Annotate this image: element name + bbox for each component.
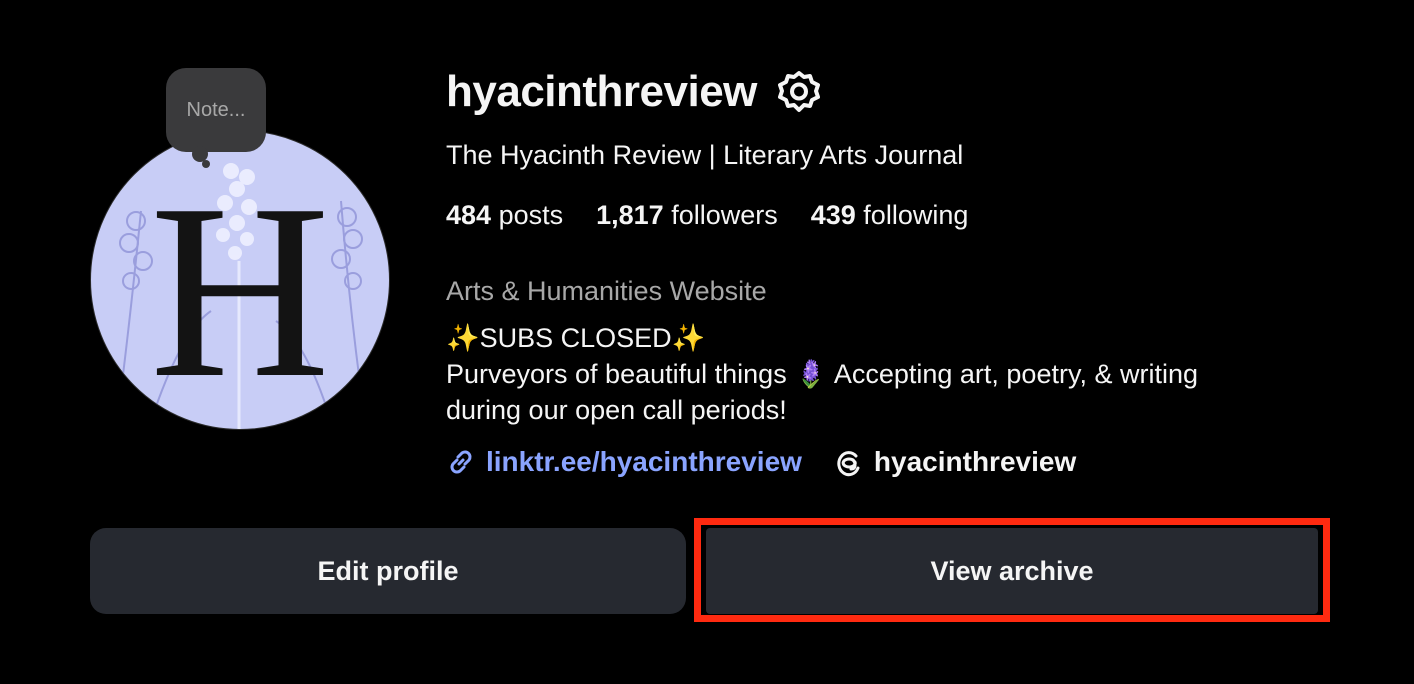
following-label: following — [855, 200, 969, 230]
following-stat[interactable]: 439 following — [811, 200, 969, 231]
highlight-box — [694, 518, 1330, 622]
username: hyacinthreview — [446, 67, 757, 116]
posts-stat: 484 posts — [446, 200, 563, 231]
followers-count: 1,817 — [596, 200, 664, 230]
edit-profile-button[interactable]: Edit profile — [90, 528, 686, 614]
note-bubble[interactable]: Note... — [166, 68, 266, 152]
edit-profile-label: Edit profile — [317, 555, 459, 586]
followers-label: followers — [663, 200, 778, 230]
followers-stat[interactable]: 1,817 followers — [596, 200, 778, 231]
bio-line: ✨SUBS CLOSED✨ — [446, 323, 706, 353]
website-link[interactable]: linktr.ee/hyacinthreview — [446, 446, 802, 478]
bio-line: during our open call periods! — [446, 395, 787, 425]
posts-label: posts — [491, 200, 564, 230]
threads-link[interactable]: hyacinthreview — [834, 446, 1076, 478]
profile-avatar[interactable]: H — [90, 130, 390, 430]
following-count: 439 — [810, 200, 856, 230]
posts-count: 484 — [446, 200, 492, 230]
full-name: The Hyacinth Review | Literary Arts Jour… — [446, 140, 964, 170]
note-bubble-tail-small — [202, 160, 210, 168]
settings-button[interactable] — [775, 68, 823, 116]
avatar-image: H — [90, 130, 390, 430]
note-placeholder: Note... — [186, 98, 246, 121]
svg-text:H: H — [150, 153, 331, 429]
link-icon — [450, 450, 472, 474]
profile-links: linktr.ee/hyacinthreview hyacinthreview — [446, 440, 1076, 484]
username-row: hyacinthreview — [446, 62, 823, 122]
profile-stats: 484 posts 1,817 followers 439 following — [446, 200, 968, 231]
profile-category: Arts & Humanities Website — [446, 276, 767, 306]
hyacinth-logo-icon: H — [119, 153, 363, 429]
website-link-text: linktr.ee/hyacinthreview — [486, 446, 802, 477]
bio-line: Purveyors of beautiful things 🪻 Acceptin… — [446, 359, 1198, 389]
bio: ✨SUBS CLOSED✨ Purveyors of beautiful thi… — [446, 320, 1326, 428]
threads-icon — [837, 451, 860, 477]
gear-icon — [777, 71, 820, 112]
threads-handle: hyacinthreview — [873, 446, 1077, 477]
